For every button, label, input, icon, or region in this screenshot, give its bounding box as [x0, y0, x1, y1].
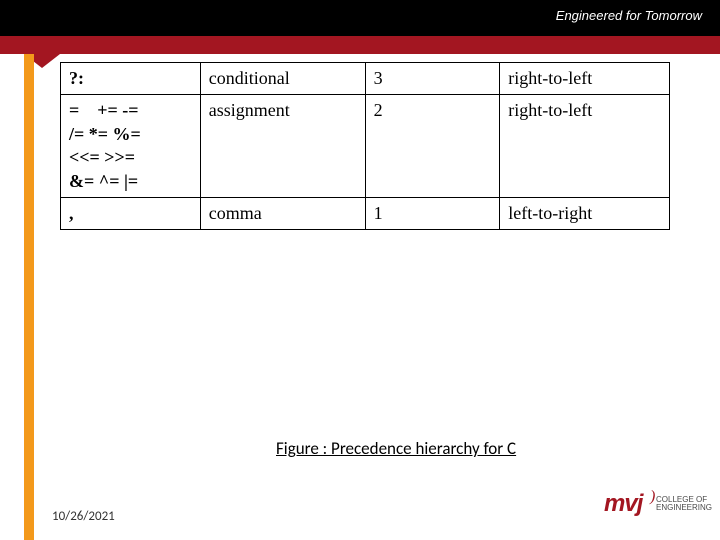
- cell-name: assignment: [200, 95, 365, 198]
- content-area: ?: conditional 3 right-to-left = += -= /…: [56, 60, 700, 494]
- header-redband: [0, 36, 720, 54]
- left-orange-rail: [24, 54, 34, 540]
- header-tagline: Engineered for Tomorrow: [556, 8, 702, 23]
- cell-name: conditional: [200, 63, 365, 95]
- cell-name: comma: [200, 197, 365, 229]
- table-row: , comma 1 left-to-right: [61, 197, 670, 229]
- mvj-logo: mvj ) COLLEGE OF ENGINEERING: [604, 490, 702, 530]
- logo-main-text: mvj: [604, 490, 642, 518]
- table-row: = += -= /= *= %= <<= >>= &= ^= |= assign…: [61, 95, 670, 198]
- logo-arc-icon: ): [650, 488, 655, 506]
- slide: Engineered for Tomorrow ?: conditional 3…: [0, 0, 720, 540]
- logo-sub-line: ENGINEERING: [656, 504, 712, 512]
- op-line: = += -=: [69, 99, 192, 122]
- cell-precedence: 1: [365, 197, 500, 229]
- cell-operator: ?:: [61, 63, 201, 95]
- footer-date: 10/26/2021: [52, 509, 115, 524]
- header-blackbar: Engineered for Tomorrow: [0, 0, 720, 36]
- table-row: ?: conditional 3 right-to-left: [61, 63, 670, 95]
- cell-operator: = += -= /= *= %= <<= >>= &= ^= |=: [61, 95, 201, 198]
- cell-associativity: right-to-left: [500, 63, 670, 95]
- logo-subtext: COLLEGE OF ENGINEERING: [656, 496, 712, 513]
- figure-caption: Figure : Precedence hierarchy for C: [276, 438, 516, 459]
- cell-operator: ,: [61, 197, 201, 229]
- cell-associativity: left-to-right: [500, 197, 670, 229]
- precedence-table: ?: conditional 3 right-to-left = += -= /…: [60, 62, 670, 230]
- cell-precedence: 2: [365, 95, 500, 198]
- op-line: /= *= %=: [69, 123, 192, 146]
- op-line: <<= >>=: [69, 146, 192, 169]
- op-line: &= ^= |=: [69, 170, 192, 193]
- cell-associativity: right-to-left: [500, 95, 670, 198]
- cell-precedence: 3: [365, 63, 500, 95]
